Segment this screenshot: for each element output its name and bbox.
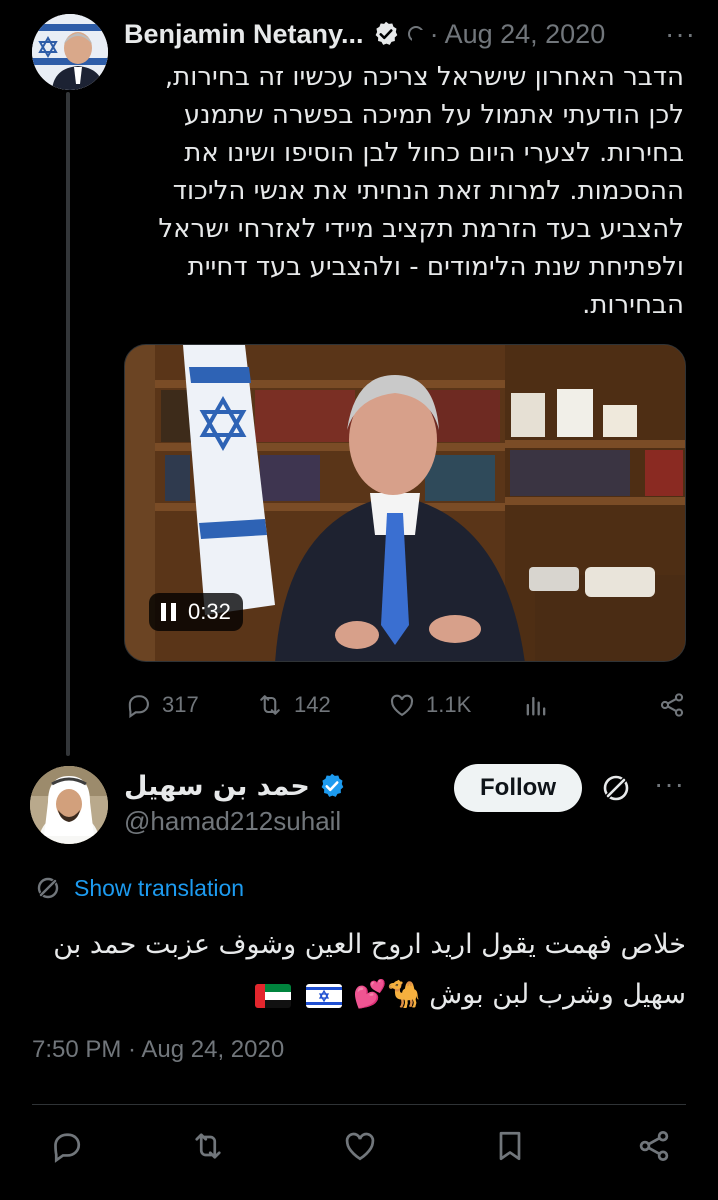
israel-flag-icon [305, 983, 342, 1008]
repost-count: 142 [294, 692, 331, 717]
tweet1-actions: 317 142 1.1K [124, 686, 686, 724]
like-icon [390, 694, 414, 717]
tweet2-handle[interactable]: @hamad212suhail [124, 806, 341, 837]
tweet1-text: הדבר האחרון שישראל צריכה עכשיו זה בחירות… [158, 62, 684, 320]
tweet2-text: خلاص فهمت يقول اريد اروح العين وشوف عزبت… [30, 920, 686, 1020]
tweet1-date[interactable]: Aug 24, 2020 [445, 19, 606, 50]
bookmark-icon[interactable] [492, 1128, 528, 1164]
like-count: 1.1K [426, 692, 472, 717]
grok-icon[interactable] [600, 772, 632, 804]
tweet2-emoji: 🐪💕 [353, 979, 421, 1010]
divider [32, 1104, 686, 1105]
show-translation-link[interactable]: Show translation [34, 874, 244, 902]
more-options-icon[interactable]: ··· [654, 768, 685, 800]
share-button[interactable] [658, 691, 686, 719]
verified-badge-icon [321, 773, 344, 797]
verified-badge-icon [375, 21, 397, 45]
tweet1-header: Benjamin Netany... · Aug 24, 2020 ··· [124, 12, 696, 56]
like-icon[interactable] [342, 1128, 378, 1164]
tweet2-timestamp[interactable]: 7:50 PM · Aug 24, 2020 [32, 1036, 284, 1064]
share-icon [660, 693, 684, 717]
like-button[interactable]: 1.1K [388, 691, 471, 719]
tweet1-meta: · Aug 24, 2020 [406, 19, 606, 50]
tweet2-author: حمد بن سهيل [124, 766, 346, 806]
reply-button[interactable]: 317 [124, 691, 199, 719]
share-icon[interactable] [636, 1128, 672, 1164]
reply-icon[interactable] [48, 1128, 84, 1164]
video-time-badge[interactable]: 0:32 [149, 593, 243, 631]
repost-icon[interactable] [190, 1128, 226, 1164]
tweet1-author-name[interactable]: Benjamin Netany... [124, 19, 364, 50]
show-translation-label: Show translation [74, 874, 245, 901]
avatar-netanyahu[interactable] [32, 14, 108, 90]
video-time: 0:32 [188, 599, 231, 624]
follow-button[interactable]: Follow [454, 764, 582, 812]
reply-count: 317 [162, 692, 199, 717]
thread-connector-line [66, 92, 70, 756]
avatar-hamad[interactable] [30, 766, 108, 844]
reply-icon [128, 695, 149, 719]
repost-icon [260, 695, 280, 715]
more-options-icon[interactable]: ··· [665, 18, 696, 50]
repost-button[interactable]: 142 [256, 691, 331, 719]
tweet2-actions [0, 1128, 718, 1172]
pause-icon[interactable] [161, 603, 176, 621]
views-icon [526, 696, 546, 716]
uae-flag-icon [255, 983, 292, 1008]
tweet2-author-name[interactable]: حمد بن سهيل [124, 771, 310, 802]
translate-icon [37, 877, 59, 899]
views-button[interactable] [522, 691, 560, 719]
tweet1-video[interactable]: 0:32 [124, 344, 686, 662]
grok-icon[interactable] [406, 24, 426, 44]
